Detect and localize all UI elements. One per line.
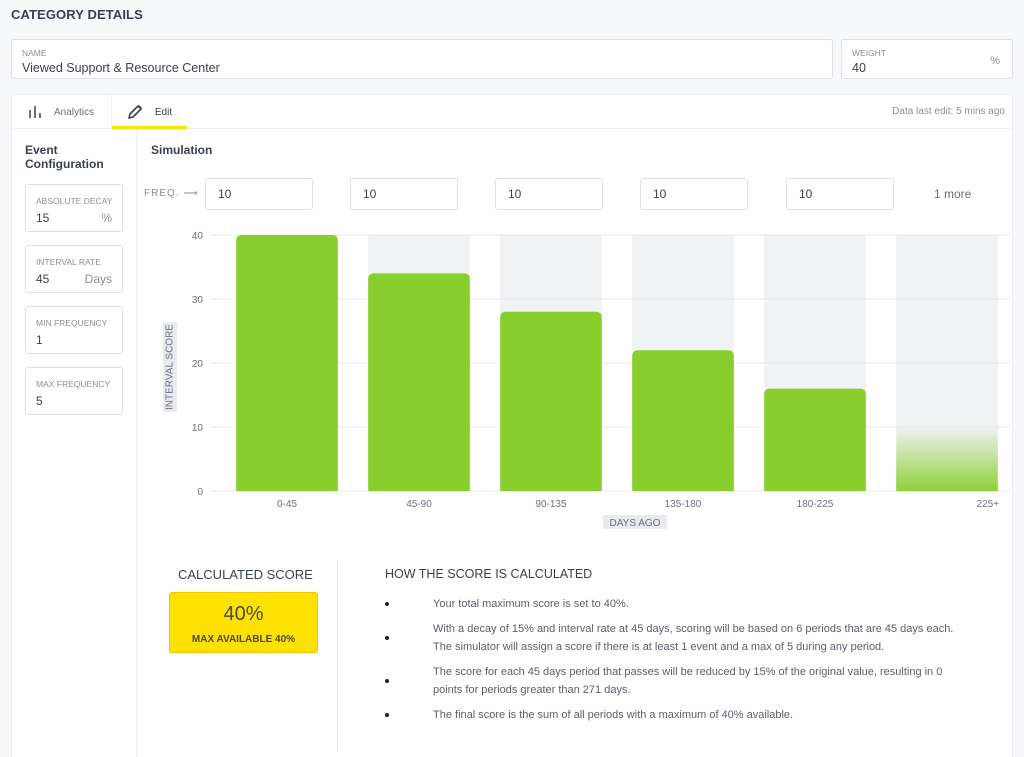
- event-configuration-title: Event Configuration: [25, 143, 104, 171]
- event-configuration: Event Configuration ABSOLUTE DECAY 15 % …: [12, 129, 137, 757]
- tab-analytics-label: Analytics: [54, 106, 95, 118]
- weight-field-label: WEIGHT: [852, 48, 886, 58]
- absolute-decay-field[interactable]: ABSOLUTE DECAY 15 %: [25, 184, 123, 232]
- simulation-title: Simulation: [151, 143, 213, 157]
- more-frequencies-link[interactable]: 1 more: [934, 187, 971, 201]
- x-tick-label: 135-180: [665, 499, 702, 510]
- how-score-calculated-title: HOW THE SCORE IS CALCULATED: [385, 567, 593, 581]
- tab-bar: Analytics Edit Data last edit: 5 mins ag…: [12, 95, 1012, 129]
- max-available-label: MAX AVAILABLE 40%: [191, 634, 296, 645]
- bar: [236, 235, 338, 491]
- calculated-score-badge: 40% MAX AVAILABLE 40%: [169, 592, 318, 653]
- calculated-score-title: CALCULATED SCORE: [178, 567, 313, 582]
- interval-score-chart: 0 10 20 30 40 0-45 45-90 90-135 135-180 180-225 22…: [163, 231, 1011, 529]
- x-tick-label: 180-225: [797, 499, 834, 510]
- weight-unit: %: [990, 55, 1000, 67]
- last-edit-status: Data last edit: 5 mins ago: [892, 106, 1005, 117]
- tab-edit[interactable]: Edit: [111, 95, 187, 129]
- pencil-icon: [127, 104, 143, 120]
- x-tick-label: 225+: [977, 499, 1000, 510]
- page-title: CATEGORY DETAILS: [11, 7, 143, 22]
- y-tick-label: 40: [192, 231, 204, 242]
- bar-faded: [896, 427, 998, 491]
- divider: [337, 561, 338, 751]
- name-field-value[interactable]: Viewed Support & Resource Center: [22, 61, 220, 75]
- list-item-text: With a decay of 15% and interval rate at…: [433, 623, 954, 653]
- frequency-input[interactable]: 10: [495, 178, 603, 210]
- min-frequency-field[interactable]: MIN FREQUENCY 1: [25, 306, 123, 354]
- bullet-icon: [385, 713, 389, 717]
- frequency-input[interactable]: 10: [350, 178, 458, 210]
- name-field-label: NAME: [22, 48, 47, 58]
- frequency-input[interactable]: 10: [786, 178, 894, 210]
- field-value[interactable]: 45: [36, 272, 49, 286]
- y-tick-label: 0: [197, 487, 203, 498]
- list-item: The score for each 45 days period that p…: [385, 663, 965, 699]
- y-axis-label: INTERVAL SCORE: [165, 324, 176, 410]
- bar: [764, 388, 866, 491]
- tab-analytics[interactable]: Analytics: [28, 95, 94, 129]
- how-score-calculated-list: Your total maximum score is set to 40%. …: [385, 595, 965, 731]
- bullet-icon: [385, 679, 389, 683]
- field-label: INTERVAL RATE: [36, 257, 101, 267]
- category-panel: Analytics Edit Data last edit: 5 mins ag…: [11, 94, 1013, 757]
- calculated-score-value: 40%: [223, 603, 264, 625]
- y-tick-label: 10: [192, 423, 204, 434]
- frequency-label: FREQ. ⟶: [144, 188, 199, 199]
- tab-edit-label: Edit: [154, 106, 173, 118]
- bullet-icon: [385, 636, 389, 640]
- bullet-icon: [385, 602, 389, 606]
- max-frequency-field[interactable]: MAX FREQUENCY 5: [25, 367, 123, 415]
- field-label: ABSOLUTE DECAY: [36, 196, 113, 206]
- list-item: Your total maximum score is set to 40%.: [385, 595, 965, 613]
- weight-field[interactable]: WEIGHT 40 %: [841, 39, 1013, 79]
- list-item-text: The score for each 45 days period that p…: [433, 666, 943, 696]
- frequency-input[interactable]: 10: [640, 178, 748, 210]
- x-tick-label: 45-90: [406, 499, 432, 510]
- bar: [368, 273, 470, 491]
- bar-chart-icon: [28, 106, 42, 118]
- list-item-text: The final score is the sum of all period…: [433, 709, 794, 721]
- interval-rate-field[interactable]: INTERVAL RATE 45 Days: [25, 245, 123, 293]
- field-label: MAX FREQUENCY: [36, 379, 111, 389]
- list-item: With a decay of 15% and interval rate at…: [385, 620, 965, 656]
- list-item: The final score is the sum of all period…: [385, 706, 965, 724]
- y-tick-label: 30: [192, 295, 204, 306]
- field-value[interactable]: 1: [36, 333, 43, 347]
- field-unit: Days: [84, 272, 112, 286]
- name-field[interactable]: NAME Viewed Support & Resource Center: [11, 39, 833, 79]
- list-item-text: Your total maximum score is set to 40%.: [433, 598, 629, 610]
- field-value[interactable]: 5: [36, 394, 43, 408]
- x-tick-label: 0-45: [277, 499, 297, 510]
- field-unit: %: [101, 211, 112, 225]
- weight-field-value[interactable]: 40: [852, 61, 866, 75]
- bar: [632, 350, 734, 491]
- x-axis-label: DAYS AGO: [610, 518, 661, 529]
- bar: [500, 311, 602, 491]
- x-tick-label: 90-135: [535, 499, 567, 510]
- y-tick-label: 20: [192, 359, 204, 370]
- field-value[interactable]: 15: [36, 211, 49, 225]
- frequency-input[interactable]: 10: [205, 178, 313, 210]
- field-label: MIN FREQUENCY: [36, 318, 108, 328]
